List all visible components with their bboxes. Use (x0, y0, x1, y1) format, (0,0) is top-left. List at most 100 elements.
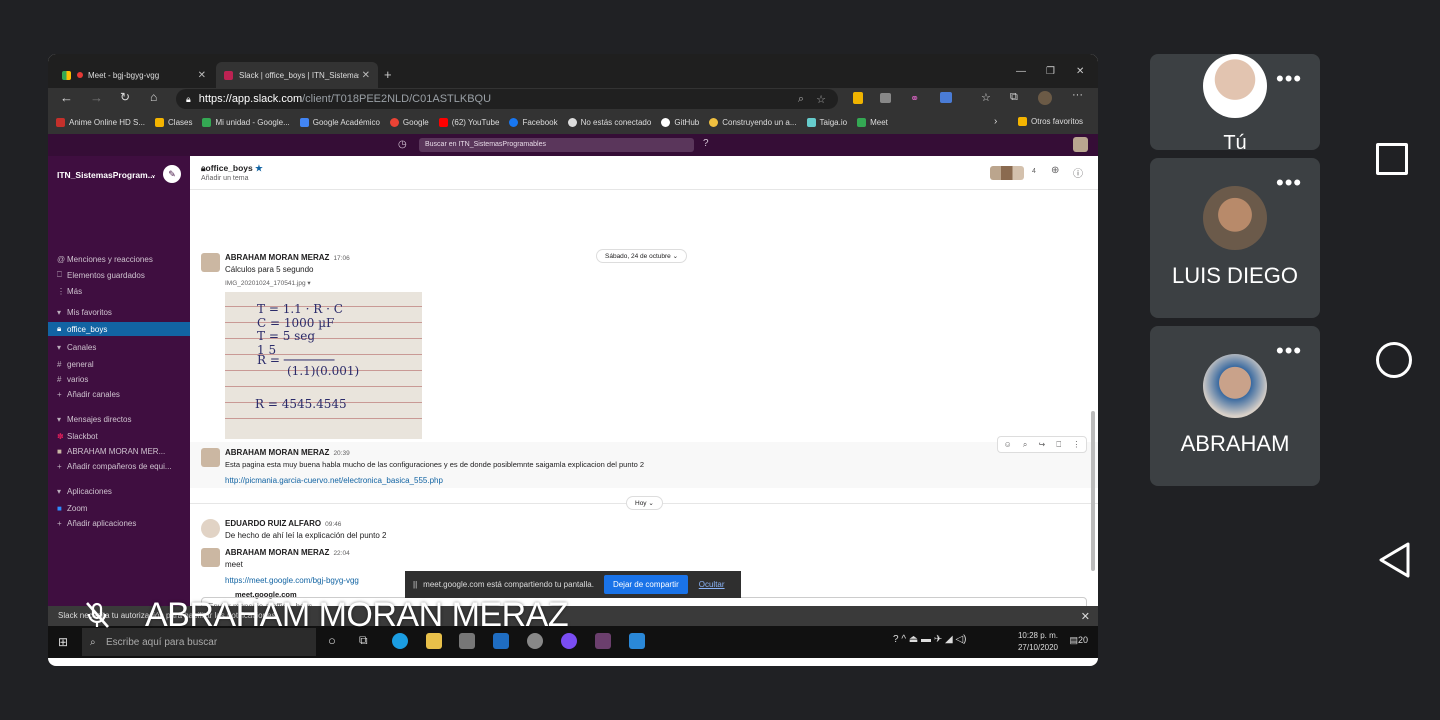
info-icon[interactable]: ⓘ (1073, 165, 1083, 180)
sidebar-item-general[interactable]: # general (57, 357, 94, 371)
back-button[interactable] (1376, 540, 1412, 580)
date-divider[interactable]: Hoy ⌄ (626, 496, 663, 510)
more-options-icon[interactable]: ••• (1276, 170, 1302, 196)
close-window-icon[interactable]: ✕ (1076, 66, 1084, 77)
extension-icon[interactable] (940, 92, 952, 103)
workspace-name[interactable]: ITN_SistemasProgram... (57, 170, 155, 180)
home-button[interactable] (1376, 342, 1412, 378)
message-author[interactable]: ABRAHAM MORAN MERAZ 22:04 (225, 548, 350, 557)
tab-slack[interactable]: Slack | office_boys | ITN_Sistemas ✕ (216, 62, 378, 88)
message-link[interactable]: https://meet.google.com/bgj-bgyg-vgg (225, 576, 359, 585)
collections-icon[interactable]: ⧉ (1010, 91, 1018, 104)
bookmark-item[interactable]: Meet (857, 117, 888, 127)
add-member-icon[interactable]: ⊕ (1051, 165, 1059, 176)
recent-apps-button[interactable] (1376, 143, 1408, 175)
add-apps[interactable]: + Añadir aplicaciones (57, 516, 136, 530)
bookmark-item[interactable]: No estás conectado (567, 117, 651, 127)
sidebar-item-office-boys[interactable]: 🔒︎ office_boys (48, 322, 190, 336)
message-author[interactable]: ABRAHAM MORAN MERAZ 17:06 (225, 253, 350, 262)
reaction-icon[interactable]: ☺ (1004, 440, 1012, 449)
dm-slackbot[interactable]: ✽ Slackbot (57, 429, 98, 443)
section-apps[interactable]: ▾ Aplicaciones (57, 484, 112, 498)
participant-tile-self[interactable]: ••• Tú (1150, 54, 1320, 150)
reload-icon[interactable]: ↻ (120, 90, 130, 104)
extension-icon[interactable]: ⚭ (910, 92, 919, 105)
file-name[interactable]: IMG_20201024_170541.jpg ▾ (225, 279, 311, 287)
channel-topic[interactable]: Añadir un tema (201, 175, 248, 182)
mail-icon[interactable] (493, 633, 509, 649)
close-tab-icon[interactable]: ✕ (362, 70, 370, 81)
tray-icons[interactable]: ? ^ ⏏ ▬ ✈ ◢ ◁) (893, 634, 966, 645)
sidebar-item-mentions[interactable]: @ Menciones y reacciones (57, 252, 153, 266)
app-zoom[interactable]: ■ Zoom (57, 501, 87, 515)
avatar[interactable] (201, 448, 220, 467)
slack-icon[interactable] (595, 633, 611, 649)
maximize-icon[interactable]: ❐ (1046, 66, 1055, 77)
bookmark-item[interactable]: GitHub (661, 117, 699, 127)
back-icon[interactable]: ← (60, 90, 73, 105)
message-author[interactable]: EDUARDO RUIZ ALFARO 09:46 (225, 519, 341, 528)
sidebar-item-saved[interactable]: ⎕ Elementos guardados (57, 268, 145, 282)
bookmark-item[interactable]: Facebook (509, 117, 558, 127)
bookmark-icon[interactable]: ⎕ (1056, 440, 1061, 450)
more-icon[interactable]: ⋮ (1072, 440, 1080, 449)
stop-sharing-button[interactable]: Dejar de compartir (603, 575, 688, 594)
thread-icon[interactable]: ⌕ (1023, 440, 1027, 450)
other-bookmarks[interactable]: Otros favoritos (1018, 117, 1083, 126)
cortana-icon[interactable]: ○ (328, 633, 336, 648)
hide-button[interactable]: Ocultar (699, 580, 725, 589)
bookmark-item[interactable]: Google Académico (299, 117, 380, 127)
zoom-icon[interactable]: ⌕ (798, 93, 804, 106)
avatar[interactable] (201, 519, 220, 538)
vscode-icon[interactable] (629, 633, 645, 649)
profile-avatar[interactable] (1038, 91, 1052, 105)
edge-icon[interactable] (392, 633, 408, 649)
app-icon[interactable] (527, 633, 543, 649)
dm-abraham[interactable]: ■ ABRAHAM MORAN MER... (57, 444, 165, 458)
star-icon[interactable]: ☆ (816, 93, 826, 106)
participant-tile-luis[interactable]: ••• LUIS DIEGO (1150, 158, 1320, 318)
history-icon[interactable]: ◷ (398, 139, 407, 150)
scrollbar[interactable] (1091, 411, 1095, 571)
tab-meet[interactable]: Meet - bgj-bgyg-vgg ✕ (54, 62, 214, 88)
star-icon[interactable]: ★ (255, 163, 263, 173)
more-options-icon[interactable]: ••• (1276, 338, 1302, 364)
bookmark-item[interactable]: Clases (155, 117, 192, 127)
chevron-down-icon[interactable]: ⌄ (150, 170, 157, 179)
message-link[interactable]: http://picmania.garcia-cuervo.net/electr… (225, 476, 443, 485)
close-tab-icon[interactable]: ✕ (198, 70, 206, 81)
extension-icon[interactable] (853, 92, 863, 104)
share-icon[interactable]: ↪ (1039, 440, 1046, 449)
bookmark-item[interactable]: Google (389, 117, 429, 127)
sidebar-item-more[interactable]: ⋮ Más (57, 284, 82, 298)
channel-name[interactable]: 🔒︎office_boys ★ (201, 163, 263, 174)
explorer-icon[interactable] (426, 633, 442, 649)
bookmark-item[interactable]: (62) YouTube (438, 117, 499, 127)
add-channels[interactable]: + Añadir canales (57, 387, 120, 401)
bookmark-item[interactable]: Taiga.io (806, 117, 847, 127)
home-icon[interactable]: ⌂ (150, 90, 157, 104)
task-view-icon[interactable]: ⧉ (359, 633, 368, 648)
slack-search-input[interactable]: Buscar en ITN_SistemasProgramables (419, 138, 694, 152)
section-channels[interactable]: ▾ Canales (57, 340, 96, 354)
forward-icon[interactable]: → (90, 90, 103, 105)
help-icon[interactable]: ? (703, 138, 709, 149)
member-avatars[interactable] (990, 166, 1024, 180)
user-avatar[interactable] (1073, 137, 1088, 152)
menu-icon[interactable]: ··· (1072, 89, 1083, 101)
avatar[interactable] (201, 548, 220, 567)
attached-image[interactable]: T = 1.1 · R · C C = 1000 µF T = 5 seg 1 … (225, 292, 422, 439)
avatar[interactable] (201, 253, 220, 272)
notification-center-icon[interactable]: ▤20 (1069, 635, 1088, 646)
new-tab-icon[interactable]: + (384, 67, 392, 82)
section-favorites[interactable]: ▾ Mis favoritos (57, 305, 112, 319)
more-options-icon[interactable]: ••• (1276, 66, 1302, 92)
minimize-icon[interactable]: — (1016, 66, 1026, 77)
bookmark-item[interactable]: Anime Online HD S... (56, 117, 145, 127)
favorites-icon[interactable]: ☆ (981, 91, 991, 104)
date-divider[interactable]: Sábado, 24 de octubre ⌄ (596, 249, 688, 263)
chevron-right-icon[interactable]: › (994, 116, 997, 127)
compose-button[interactable]: ✎ (163, 165, 181, 183)
bookmark-item[interactable]: Construyendo un a... (709, 117, 797, 127)
add-coworkers[interactable]: + Añadir compañeros de equi... (57, 459, 172, 473)
